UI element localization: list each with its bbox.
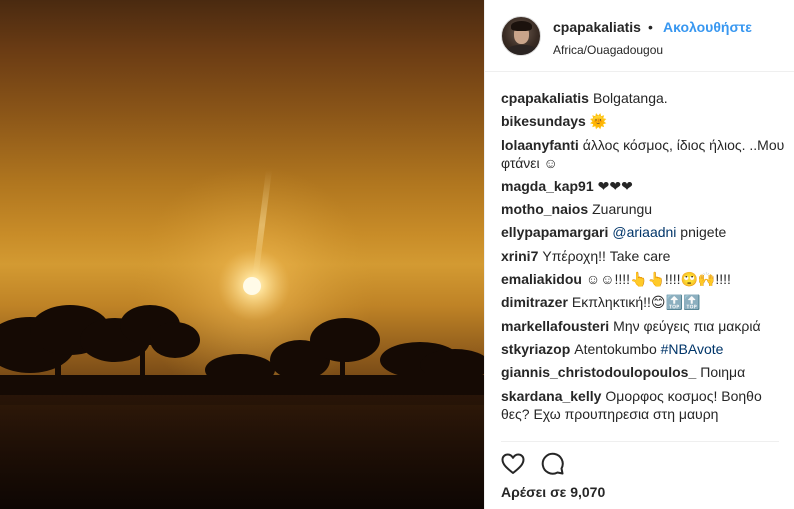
avatar[interactable] [501, 16, 541, 56]
comment-text-after: pnigete [676, 224, 727, 241]
comment-text: Υπέροχη!! Take care [542, 247, 671, 264]
comment-username[interactable]: giannis_christodoulopoulos_ [501, 364, 696, 380]
comment-text: ❤❤❤ [597, 177, 633, 194]
post-side-panel: cpapakaliatis • Ακολουθήστε Africa/Ouaga… [484, 0, 794, 509]
comment-username[interactable]: cpapakaliatis [501, 90, 589, 106]
comment-username[interactable]: xrini7 [501, 248, 538, 264]
comment-username[interactable]: stkyriazop [501, 341, 570, 357]
comment-text: Atentokumbo [574, 340, 661, 357]
comment-item: skardana_kelly Ομορφος κοσμος! Βοηθο θες?… [501, 387, 786, 423]
comment-text: Bolgatanga. [592, 90, 668, 106]
comment-text: Zuarungu [592, 201, 653, 218]
comment-item: lolaanyfanti άλλος κόσμος, ίδιος ήλιος. .… [501, 136, 786, 172]
comment-item: markellafousteri Μην φεύγεις πια μακριά [501, 317, 786, 335]
comment-text: ☺☺!!!!👆👆!!!!🙄🙌!!!! [585, 271, 731, 288]
comment-item: cpapakaliatis Bolgatanga. [501, 89, 786, 107]
avatar-hair [511, 21, 532, 31]
comment-item: magda_kap91 ❤❤❤ [501, 177, 786, 195]
comment-text: Μην φεύγεις πια μακριά [613, 317, 761, 334]
section-divider [501, 441, 779, 442]
post-photo[interactable] [0, 0, 484, 509]
comment-item: emaliakidou ☺☺!!!!👆👆!!!!🙄🙌!!!! [501, 270, 786, 288]
comment-username[interactable]: magda_kap91 [501, 178, 594, 194]
comment-username[interactable]: bikesundays [501, 113, 586, 129]
post-username[interactable]: cpapakaliatis [553, 19, 641, 35]
sunset-landscape-image [0, 165, 484, 509]
comment-item: dimitrazer Εκπληκτική!!😊🔝🔝 [501, 293, 786, 311]
comment-username[interactable]: lolaanyfanti [501, 137, 579, 153]
comment-text: 🌞 [589, 113, 608, 130]
comment-text: Ποιημα [700, 364, 746, 381]
comment-username[interactable]: markellafousteri [501, 318, 609, 334]
comment-text: Εκπληκτική!!😊🔝🔝 [571, 294, 701, 311]
separator-dot: • [648, 19, 653, 35]
comment-username[interactable]: skardana_kelly [501, 388, 601, 404]
comment-username[interactable]: ellypapamargari [501, 224, 608, 240]
comment-username[interactable]: dimitrazer [501, 294, 568, 310]
comment-item: motho_naios Zuarungu [501, 200, 786, 218]
hashtag-link[interactable]: #NBAvote [661, 341, 724, 357]
comment-item: bikesundays 🌞 [501, 112, 786, 130]
comment-item: giannis_christodoulopoulos_ Ποιημα [501, 363, 786, 381]
comment-username[interactable]: emaliakidou [501, 271, 582, 287]
comment-item: stkyriazop Atentokumbo #NBAvote [501, 340, 786, 358]
comment-list[interactable]: cpapakaliatis Bolgatanga. bikesundays 🌞 lo… [501, 89, 786, 439]
comment-item: xrini7 Υπέροχη!! Take care [501, 247, 786, 265]
likes-count[interactable]: Αρέσει σε 9,070 [501, 484, 605, 500]
follow-button[interactable]: Ακολουθήστε [663, 19, 752, 35]
post-location[interactable]: Africa/Ouagadougou [553, 43, 663, 57]
avatar-body [507, 45, 537, 55]
comment-username[interactable]: motho_naios [501, 201, 588, 217]
comment-bubble-icon[interactable] [541, 452, 565, 476]
comment-item: ellypapamargari @ariaadni pnigete [501, 223, 786, 241]
post-header: cpapakaliatis • Ακολουθήστε Africa/Ouaga… [485, 0, 794, 72]
heart-icon[interactable] [501, 452, 525, 476]
mention-link[interactable]: @ariaadni [612, 224, 676, 240]
